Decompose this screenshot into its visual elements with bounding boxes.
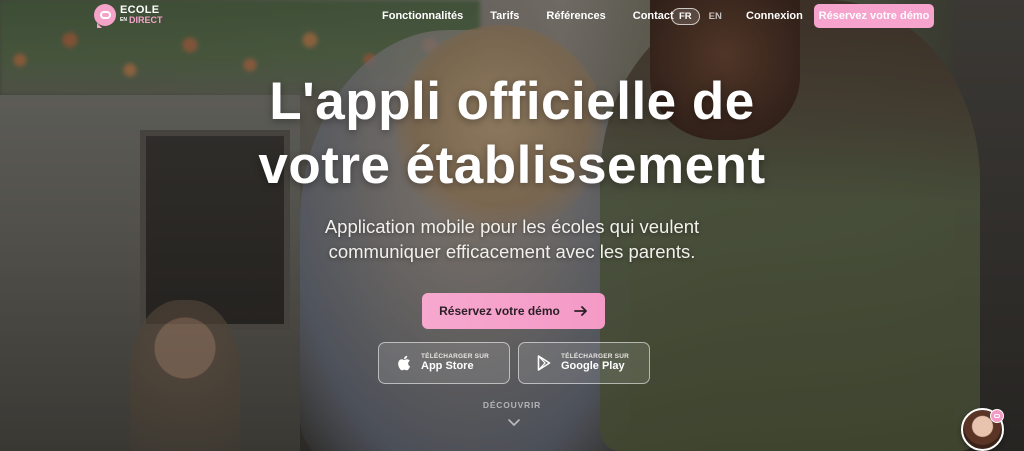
hero-title-line1: L'appli officielle de xyxy=(269,72,755,131)
login-link[interactable]: Connexion xyxy=(746,10,803,22)
language-switcher: FR EN xyxy=(671,8,722,25)
brand-name-bottom: EN DIRECT xyxy=(120,15,163,25)
google-play-label: Google Play xyxy=(561,360,625,373)
book-demo-nav-button[interactable]: Réservez votre démo xyxy=(814,4,934,28)
chat-bubble-logo-icon xyxy=(94,4,116,28)
hero-subtitle: Application mobile pour les écoles qui v… xyxy=(0,214,1024,264)
google-play-button[interactable]: TÉLÉCHARGER SUR Google Play xyxy=(518,342,650,384)
hero-title: L'appli officielle de votre établissemen… xyxy=(0,70,1024,198)
chat-icon[interactable] xyxy=(990,409,1004,423)
book-demo-hero-label: Réservez votre démo xyxy=(439,304,560,318)
google-play-text: TÉLÉCHARGER SUR Google Play xyxy=(561,353,629,373)
top-navbar: ECOLE EN DIRECT Fonctionnalités Tarifs Ré… xyxy=(0,0,1024,32)
app-store-label: App Store xyxy=(421,360,474,373)
hero-title-line2: votre établissement xyxy=(258,136,766,195)
brand-wordmark: ECOLE EN DIRECT xyxy=(120,5,162,25)
nav-link-fonctionnalites[interactable]: Fonctionnalités xyxy=(382,10,463,22)
brand-logo[interactable]: ECOLE EN DIRECT xyxy=(94,4,162,28)
discover-label[interactable]: DÉCOUVRIR xyxy=(0,400,1024,410)
nav-link-contact[interactable]: Contact xyxy=(633,10,674,22)
hero-subtitle-line2: communiquer efficacement avec les parent… xyxy=(328,241,696,262)
chevron-down-icon[interactable] xyxy=(507,418,521,428)
lang-fr-button[interactable]: FR xyxy=(671,8,700,25)
arrow-right-icon xyxy=(573,306,587,316)
app-store-text: TÉLÉCHARGER SUR App Store xyxy=(421,353,489,373)
app-store-button[interactable]: TÉLÉCHARGER SUR App Store xyxy=(378,342,510,384)
app-store-small-label: TÉLÉCHARGER SUR xyxy=(421,352,490,360)
hero-subtitle-line1: Application mobile pour les écoles qui v… xyxy=(324,216,700,237)
nav-link-references[interactable]: Références xyxy=(546,10,605,22)
book-demo-hero-button[interactable]: Réservez votre démo xyxy=(422,293,605,329)
nav-link-tarifs[interactable]: Tarifs xyxy=(490,10,519,22)
play-icon xyxy=(537,355,551,371)
apple-icon xyxy=(398,355,410,371)
nav-links: Fonctionnalités Tarifs Références Contac… xyxy=(382,0,701,32)
google-play-small-label: TÉLÉCHARGER SUR xyxy=(561,352,630,360)
lang-en-button[interactable]: EN xyxy=(709,11,722,22)
